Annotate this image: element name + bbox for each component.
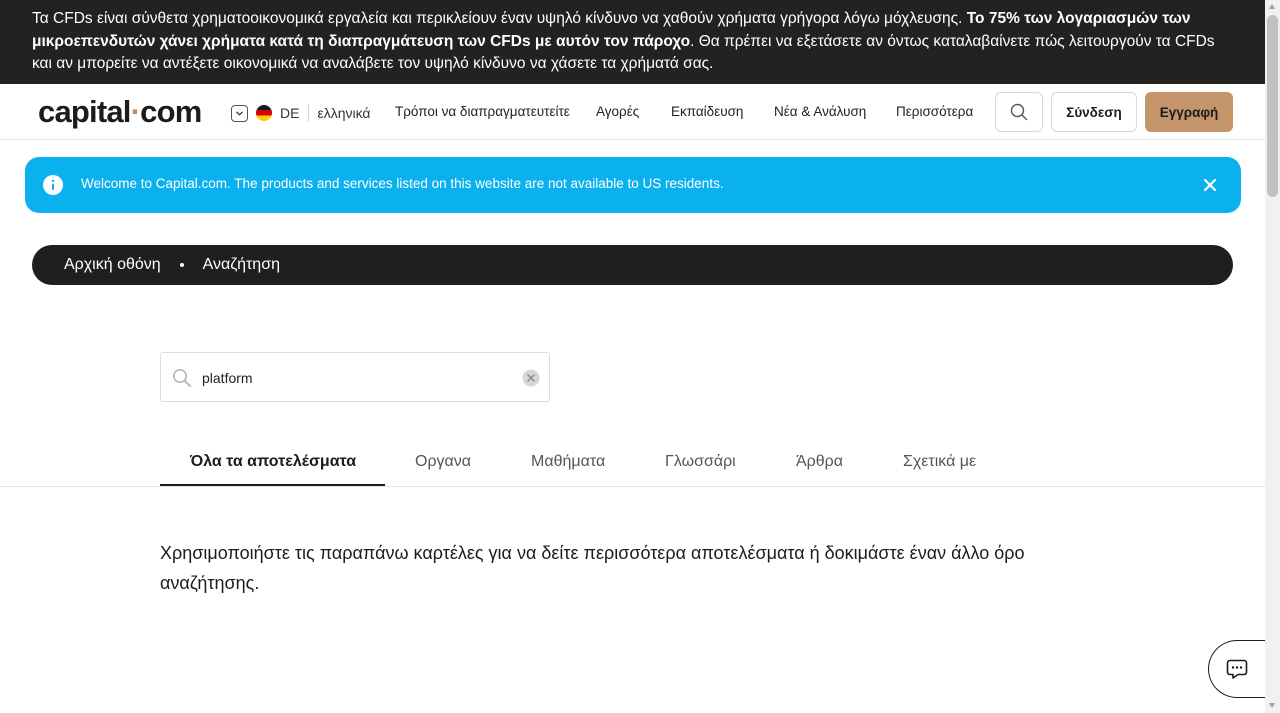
language-label: ελληνικά — [317, 105, 371, 121]
tab-instruments[interactable]: Οργανα — [415, 453, 471, 471]
tab-articles[interactable]: Άρθρα — [796, 453, 843, 471]
germany-flag-icon — [256, 105, 272, 121]
clear-icon[interactable] — [522, 369, 540, 387]
chat-icon — [1226, 659, 1248, 679]
breadcrumb: Αρχική οθόνη Αναζήτηση — [32, 245, 1233, 285]
search-input[interactable] — [202, 367, 502, 389]
tab-courses[interactable]: Μαθήματα — [531, 453, 605, 471]
header-search-button[interactable] — [995, 92, 1043, 132]
scroll-down-arrow[interactable] — [1269, 703, 1275, 708]
capital-com-logo[interactable]: capital·com — [38, 94, 202, 130]
tabs-divider — [0, 486, 1265, 487]
logo-text-right: com — [140, 94, 202, 129]
tab-about[interactable]: Σχετικά με — [903, 453, 976, 471]
risk-warning-banner: Τα CFDs είναι σύνθετα χρηματοοικονομικά … — [0, 0, 1265, 84]
no-results-hint: Χρησιμοποιήστε τις παραπάνω καρτέλες για… — [160, 543, 1025, 593]
search-icon — [173, 369, 191, 387]
tab-all-results[interactable]: Όλα τα αποτελέσματα — [190, 453, 356, 471]
breadcrumb-current: Αναζήτηση — [202, 256, 280, 273]
nav-more[interactable]: Περισσότερα — [896, 104, 973, 119]
site-header: capital·com DE ελληνικά Τρόποι να διαπρα… — [0, 84, 1265, 140]
nav-news-analysis[interactable]: Νέα & Ανάλυση — [774, 104, 866, 119]
divider — [308, 104, 310, 122]
scrollbar-thumb[interactable] — [1267, 15, 1278, 197]
scroll-up-arrow[interactable] — [1269, 4, 1275, 9]
close-icon[interactable] — [1203, 178, 1217, 192]
breadcrumb-separator — [179, 263, 184, 267]
logo-dot: · — [130, 94, 141, 129]
page-scrollbar[interactable] — [1265, 0, 1280, 713]
search-icon — [1010, 103, 1028, 121]
region-language-selector[interactable]: DE ελληνικά — [231, 103, 371, 123]
breadcrumb-home[interactable]: Αρχική οθόνη — [64, 256, 161, 274]
info-icon — [43, 175, 63, 195]
tab-glossary[interactable]: Γλωσσάρι — [665, 453, 736, 471]
login-button[interactable]: Σύνδεση — [1051, 92, 1137, 132]
nav-markets[interactable]: Αγορές — [596, 104, 639, 119]
signup-button[interactable]: Εγγραφή — [1145, 92, 1233, 132]
logo-text-left: capital — [38, 94, 131, 129]
nav-ways-to-trade[interactable]: Τρόποι να διαπραγματευτείτε — [395, 104, 570, 119]
search-field — [160, 352, 550, 402]
active-tab-indicator — [160, 484, 385, 486]
risk-warning-text: Τα CFDs είναι σύνθετα χρηματοοικονομικά … — [32, 10, 967, 27]
nav-education[interactable]: Εκπαίδευση — [671, 104, 743, 119]
chevron-down-icon — [231, 104, 248, 122]
country-code: DE — [280, 105, 300, 121]
info-banner-message: Welcome to Capital.com. The products and… — [81, 176, 724, 191]
us-residents-info-banner: Welcome to Capital.com. The products and… — [25, 157, 1241, 213]
